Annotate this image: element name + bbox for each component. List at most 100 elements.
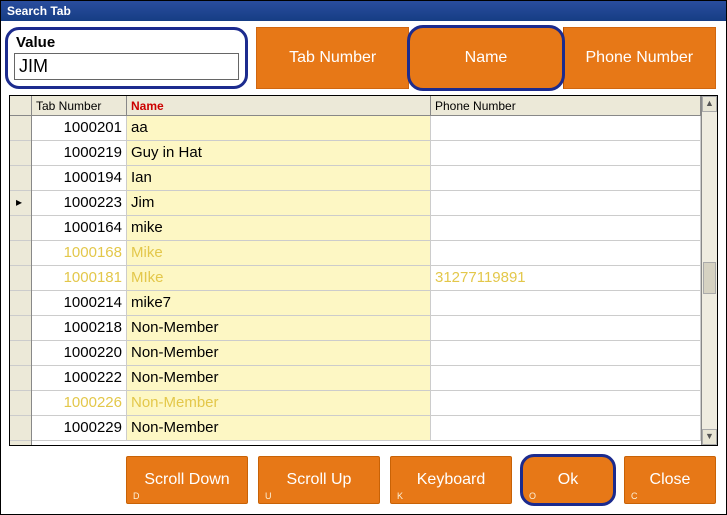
hotkey-label: K [397, 491, 403, 501]
table-row[interactable]: 1000226Non-Member [32, 391, 701, 416]
row-selector[interactable] [10, 241, 31, 266]
cell-name: mike [127, 216, 431, 240]
table-row[interactable]: 1000219Guy in Hat [32, 141, 701, 166]
table-row[interactable]: 1000223Jim [32, 191, 701, 216]
row-gutter [10, 96, 32, 445]
row-selector[interactable] [10, 216, 31, 241]
filter-phone-number[interactable]: Phone Number [563, 27, 716, 89]
filter-bar: Tab Number Name Phone Number [256, 27, 716, 89]
scroll-up-button[interactable]: Scroll Up U [258, 456, 380, 504]
cell-phone-number [431, 141, 701, 165]
row-selector[interactable] [10, 416, 31, 441]
scroll-down-arrow[interactable]: ▼ [702, 429, 717, 445]
search-value-box: Value [5, 27, 248, 89]
cell-phone-number [431, 291, 701, 315]
row-selector[interactable] [10, 266, 31, 291]
results-grid: Tab Number Name Phone Number 1000201aa10… [9, 95, 718, 446]
cell-name: aa [127, 116, 431, 140]
search-input[interactable] [14, 53, 239, 80]
cell-tab-number: 1000222 [32, 366, 127, 390]
table-row[interactable]: 1000194Ian [32, 166, 701, 191]
cell-tab-number: 1000164 [32, 216, 127, 240]
filter-name[interactable]: Name [409, 27, 562, 89]
cell-phone-number [431, 366, 701, 390]
cell-tab-number: 1000181 [32, 266, 127, 290]
table-row[interactable]: 1000214mike7 [32, 291, 701, 316]
scroll-down-button[interactable]: Scroll Down D [126, 456, 248, 504]
vertical-scrollbar[interactable]: ▲ ▼ [701, 96, 717, 445]
hotkey-label: C [631, 491, 638, 501]
cell-tab-number: 1000218 [32, 316, 127, 340]
cell-name: Non-Member [127, 341, 431, 365]
row-selector[interactable] [10, 191, 31, 216]
cell-name: Non-Member [127, 366, 431, 390]
table-row[interactable]: 1000201aa [32, 116, 701, 141]
table-row[interactable]: 1000164mike [32, 216, 701, 241]
scroll-track[interactable] [702, 112, 717, 429]
table-row[interactable]: 1000168Mike [32, 241, 701, 266]
top-bar: Value Tab Number Name Phone Number [1, 21, 726, 93]
scroll-up-arrow[interactable]: ▲ [702, 96, 717, 112]
ok-label: Ok [558, 471, 578, 489]
row-selector[interactable] [10, 141, 31, 166]
cell-phone-number [431, 191, 701, 215]
hotkey-label: D [133, 491, 140, 501]
cell-tab-number: 1000194 [32, 166, 127, 190]
close-label: Close [650, 471, 691, 489]
cell-phone-number: 31277119891 [431, 266, 701, 290]
filter-tab-number[interactable]: Tab Number [256, 27, 409, 89]
cell-name: Non-Member [127, 316, 431, 340]
table-row[interactable]: 1000181MIke31277119891 [32, 266, 701, 291]
cell-tab-number: 1000223 [32, 191, 127, 215]
col-header-phone-number[interactable]: Phone Number [431, 96, 701, 115]
cell-phone-number [431, 316, 701, 340]
grid-body: 1000201aa1000219Guy in Hat1000194Ian1000… [32, 116, 701, 445]
cell-tab-number: 1000229 [32, 416, 127, 440]
row-selector[interactable] [10, 166, 31, 191]
footer-bar: Scroll Down D Scroll Up U Keyboard K Ok … [1, 452, 726, 514]
cell-name: MIke [127, 266, 431, 290]
cell-tab-number: 1000219 [32, 141, 127, 165]
table-row[interactable]: 1000229Non-Member [32, 416, 701, 441]
table-row[interactable]: 1000220Non-Member [32, 341, 701, 366]
close-button[interactable]: Close C [624, 456, 716, 504]
col-header-name[interactable]: Name [127, 96, 431, 115]
keyboard-button[interactable]: Keyboard K [390, 456, 512, 504]
cell-tab-number: 1000220 [32, 341, 127, 365]
cell-name: Guy in Hat [127, 141, 431, 165]
search-tab-window: Search Tab Value Tab Number Name Phone N… [0, 0, 727, 515]
cell-tab-number: 1000168 [32, 241, 127, 265]
row-selector[interactable] [10, 291, 31, 316]
cell-phone-number [431, 391, 701, 415]
grid-header: Tab Number Name Phone Number [32, 96, 701, 116]
table-row[interactable]: 1000222Non-Member [32, 366, 701, 391]
scroll-up-label: Scroll Up [287, 471, 352, 489]
cell-name: Non-Member [127, 416, 431, 440]
cell-name: Jim [127, 191, 431, 215]
keyboard-label: Keyboard [417, 471, 486, 489]
col-header-tab-number[interactable]: Tab Number [32, 96, 127, 115]
cell-tab-number: 1000214 [32, 291, 127, 315]
row-selector[interactable] [10, 341, 31, 366]
cell-phone-number [431, 416, 701, 440]
cell-tab-number: 1000201 [32, 116, 127, 140]
cell-phone-number [431, 166, 701, 190]
cell-phone-number [431, 216, 701, 240]
cell-name: mike7 [127, 291, 431, 315]
cell-name: Ian [127, 166, 431, 190]
scroll-thumb[interactable] [703, 262, 716, 294]
scroll-down-label: Scroll Down [144, 471, 229, 489]
ok-button[interactable]: Ok O [522, 456, 614, 504]
cell-phone-number [431, 116, 701, 140]
hotkey-label: U [265, 491, 272, 501]
cell-tab-number: 1000226 [32, 391, 127, 415]
row-selector[interactable] [10, 391, 31, 416]
row-selector[interactable] [10, 116, 31, 141]
cell-name: Non-Member [127, 391, 431, 415]
row-selector[interactable] [10, 316, 31, 341]
table-row[interactable]: 1000218Non-Member [32, 316, 701, 341]
row-selector[interactable] [10, 366, 31, 391]
cell-phone-number [431, 241, 701, 265]
cell-name: Mike [127, 241, 431, 265]
window-title: Search Tab [1, 1, 726, 21]
